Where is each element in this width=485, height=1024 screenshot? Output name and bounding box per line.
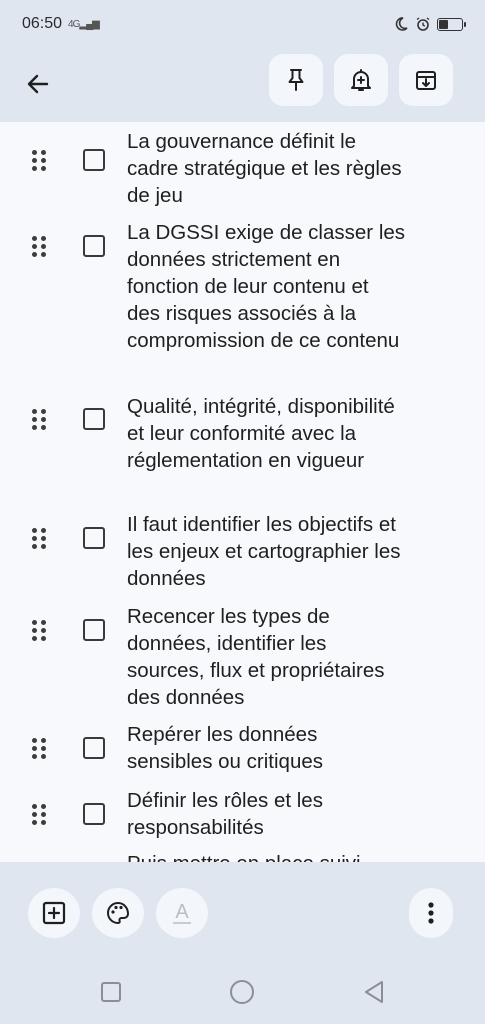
- palette-icon: [107, 901, 130, 925]
- checkbox[interactable]: [83, 527, 105, 549]
- drag-handle-icon[interactable]: [32, 409, 48, 431]
- archive-icon: [416, 71, 436, 90]
- drag-handle-icon[interactable]: [32, 236, 48, 258]
- item-text[interactable]: La gouvernance définit le cadre stratégi…: [127, 128, 407, 209]
- item-text[interactable]: La DGSSI exige de classer les données st…: [127, 219, 407, 354]
- clock: 06:50: [22, 15, 63, 32]
- note-toolbar: [0, 48, 485, 122]
- drag-handle-icon[interactable]: [32, 150, 48, 172]
- square-icon[interactable]: [99, 980, 123, 1004]
- more-options-button[interactable]: [409, 888, 453, 938]
- drag-handle-icon[interactable]: [32, 738, 48, 760]
- triangle-back-icon[interactable]: [362, 979, 386, 1005]
- item-text-partial[interactable]: Puis mettre en place suivi: [127, 850, 361, 862]
- archive-button[interactable]: [399, 54, 453, 106]
- arrow-left-icon[interactable]: [18, 64, 58, 104]
- text-format-button[interactable]: A: [156, 888, 208, 938]
- pin-button[interactable]: [269, 54, 323, 106]
- item-text[interactable]: Il faut identifier les objectifs et les …: [127, 511, 407, 592]
- checklist: La gouvernance définit le cadre stratégi…: [0, 122, 485, 862]
- checkbox[interactable]: [83, 737, 105, 759]
- alarm-icon: [416, 17, 430, 31]
- more-vert-icon: [428, 902, 434, 924]
- checkbox[interactable]: [83, 408, 105, 430]
- battery-icon: [437, 17, 466, 31]
- item-text[interactable]: Qualité, intégrité, disponibilité et leu…: [127, 393, 407, 474]
- item-text[interactable]: Recencer les types de données, identifie…: [127, 603, 407, 711]
- checkbox[interactable]: [83, 619, 105, 641]
- add-box-icon: [42, 901, 66, 925]
- circle-icon[interactable]: [229, 979, 255, 1005]
- drag-handle-icon[interactable]: [32, 620, 48, 642]
- item-text[interactable]: Repérer les données sensibles ou critiqu…: [127, 721, 407, 775]
- checkbox[interactable]: [83, 149, 105, 171]
- drag-handle-icon[interactable]: [32, 528, 48, 550]
- palette-button[interactable]: [92, 888, 144, 938]
- text-format-icon: A: [173, 901, 191, 924]
- signal-icon: 4G▂▄▆: [68, 18, 100, 30]
- add-button[interactable]: [28, 888, 80, 938]
- status-bar: 06:50 4G▂▄▆: [0, 0, 485, 48]
- checkbox[interactable]: [83, 235, 105, 257]
- drag-handle-icon[interactable]: [32, 804, 48, 826]
- checkbox[interactable]: [83, 803, 105, 825]
- reminder-button[interactable]: [334, 54, 388, 106]
- bottom-action-bar: A: [0, 862, 485, 962]
- moon-icon: [395, 17, 408, 31]
- bell-plus-icon: [351, 69, 371, 91]
- system-nav-bar: [0, 962, 485, 1024]
- pin-icon: [288, 69, 304, 91]
- item-text[interactable]: Définir les rôles et les responsabilités: [127, 787, 407, 841]
